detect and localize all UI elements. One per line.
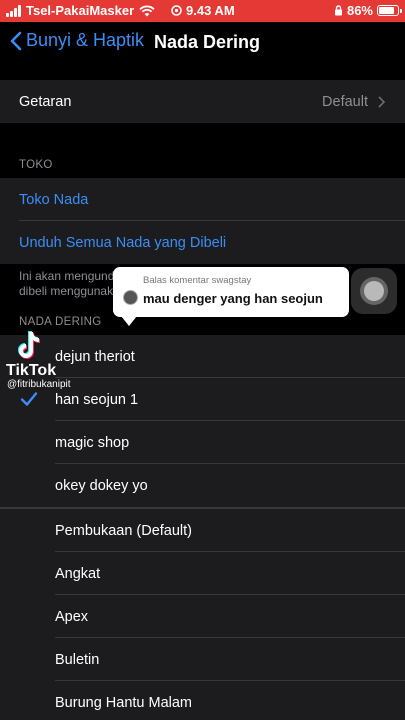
ringtone-label: Angkat	[55, 565, 101, 582]
tone-store-link[interactable]: Toko Nada	[0, 178, 405, 221]
battery-icon	[377, 5, 402, 16]
ringtone-label: Apex	[55, 608, 89, 625]
tiktok-logo-icon	[18, 330, 41, 359]
status-bar: Tsel-PakaiMasker 9.43 AM 86%	[0, 0, 405, 22]
ringtones-group: dejun theriot han seojun 1 magic shop ok…	[0, 335, 405, 507]
ringtone-row-custom-3[interactable]: magic shop	[0, 421, 405, 464]
ringtone-label: han seojun 1	[55, 391, 139, 408]
store-group: Toko Nada Unduh Semua Nada yang Dibeli	[0, 178, 405, 264]
wifi-icon	[139, 5, 155, 16]
vibration-row[interactable]: Getaran Default	[0, 80, 405, 123]
ringtone-row-builtin-4[interactable]: Buletin	[0, 638, 405, 681]
chevron-right-icon	[378, 95, 385, 108]
download-purchased-label: Unduh Semua Nada yang Dibeli	[19, 234, 227, 251]
tone-store-label: Toko Nada	[19, 191, 89, 208]
ringtone-label: dejun theriot	[55, 348, 135, 365]
status-right: 86%	[334, 3, 402, 18]
chevron-left-icon	[10, 31, 22, 50]
carrier-name: Tsel-PakaiMasker	[26, 3, 135, 18]
reply-comment-bubble: Balas komentar swagstay mau denger yang …	[113, 267, 349, 326]
reply-meta: Balas komentar swagstay	[143, 275, 252, 286]
vibration-group: Getaran Default	[0, 80, 405, 123]
page-title: Nada Dering	[154, 32, 261, 52]
orientation-lock-icon	[334, 5, 342, 16]
ringtone-row-custom-4[interactable]: okey dokey yo	[0, 464, 405, 507]
reply-text: mau denger yang han seojun	[143, 291, 323, 306]
download-purchased-link[interactable]: Unduh Semua Nada yang Dibeli	[0, 221, 405, 264]
status-center: 9.43 AM	[171, 3, 235, 18]
battery-percent: 86%	[346, 3, 373, 18]
status-left: Tsel-PakaiMasker	[6, 3, 155, 18]
ringtone-row-builtin-1[interactable]: Pembukaan (Default)	[0, 509, 405, 552]
back-button-label: Bunyi & Haptik	[26, 30, 145, 50]
builtin-ringtones-group: Pembukaan (Default) Angkat Apex Buletin …	[0, 509, 405, 720]
assistive-touch-dot	[364, 281, 384, 301]
ringtone-row-builtin-5[interactable]: Burung Hantu Malam	[0, 681, 405, 720]
ringtone-label: Burung Hantu Malam	[55, 694, 193, 711]
store-section-header: TOKO	[19, 159, 53, 171]
ringtone-label: Buletin	[55, 651, 100, 668]
ringtone-label: Pembukaan (Default)	[55, 522, 193, 539]
checkmark-icon	[20, 392, 38, 406]
ringtone-label: okey dokey yo	[55, 477, 148, 494]
tiktok-username: @fitribukanipit	[7, 379, 71, 390]
ringtones-section-header: NADA DERING	[19, 316, 102, 328]
battery-fill	[379, 7, 395, 14]
ringtone-row-custom-1[interactable]: dejun theriot	[0, 335, 405, 378]
navigation-bar: Bunyi & Haptik Nada Dering	[0, 22, 405, 64]
ringtone-label: magic shop	[55, 434, 130, 451]
vibration-label: Getaran	[19, 93, 72, 110]
vibration-value-text: Default	[322, 93, 368, 110]
ringtone-row-builtin-2[interactable]: Angkat	[0, 552, 405, 595]
signal-icon	[6, 4, 21, 17]
ringtone-row-builtin-3[interactable]: Apex	[0, 595, 405, 638]
avatar	[123, 290, 138, 305]
alarm-icon	[171, 5, 182, 16]
vibration-value: Default	[322, 94, 385, 110]
back-button[interactable]: Bunyi & Haptik	[10, 30, 144, 51]
tiktok-brand: TikTok	[6, 362, 57, 379]
assistive-touch-button[interactable]	[351, 268, 397, 314]
clock: 9.43 AM	[186, 3, 235, 18]
